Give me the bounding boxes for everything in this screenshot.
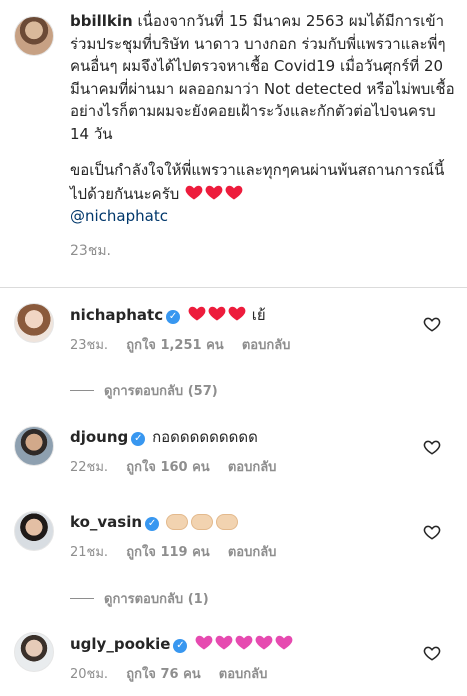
comment-username[interactable]: djoung [70, 428, 128, 446]
heart-emoji-icon [208, 306, 226, 321]
mention-link[interactable]: @nichaphatc [70, 205, 455, 228]
comment-username[interactable]: nichaphatc [70, 306, 163, 324]
caption-paragraph-2: ขอเป็นกำลังใจให้พี่แพรวาและทุกๆคนผ่านพ้น… [70, 159, 455, 228]
post-username[interactable]: bbillkin [70, 12, 133, 30]
verified-badge-icon: ✓ [166, 310, 181, 324]
pink-heart-emoji-icon [235, 635, 253, 650]
post-caption-body: bbillkin เนื่องจากวันที่ 15 มีนาคม 2563 … [70, 10, 455, 262]
heart-emoji-icon [188, 306, 206, 321]
comment-time: 21ชม. [70, 545, 109, 560]
view-replies-button[interactable]: ดูการตอบกลับ (57) [70, 380, 218, 401]
comment-body: ko_vasin ✓ 21ชม. ถูกใจ 119 คน ตอบกลับ [70, 511, 410, 562]
view-replies-label: ดูการตอบกลับ (57) [104, 384, 218, 399]
like-heart-icon[interactable] [423, 523, 441, 541]
reply-button[interactable]: ตอบกลับ [228, 545, 277, 560]
comment-item: ugly_pookie ✓ 20ชม. ถูกใจ 76 คน ตอบกลับ [14, 632, 459, 692]
avatar-bbillkin[interactable] [14, 16, 54, 56]
reply-button[interactable]: ตอบกลับ [228, 460, 277, 475]
comment-likes[interactable]: ถูกใจ 119 คน [126, 545, 209, 560]
comment-text: เย้ [251, 306, 266, 324]
verified-badge-icon: ✓ [145, 517, 160, 531]
comment-time: 20ชม. [70, 667, 109, 682]
verified-badge-icon: ✓ [173, 639, 188, 653]
caption-text-1: เนื่องจากวันที่ 15 มีนาคม 2563 ผมได้มีกา… [70, 12, 455, 143]
replies-dash [70, 390, 94, 391]
avatar-ugly-pookie[interactable] [14, 632, 54, 672]
caption-paragraph-1: bbillkin เนื่องจากวันที่ 15 มีนาคม 2563 … [70, 10, 455, 145]
comment-likes[interactable]: ถูกใจ 160 คน [126, 460, 209, 475]
pink-heart-emoji-icon [255, 635, 273, 650]
post-timestamp: 23ชม. [70, 242, 111, 259]
comment-username[interactable]: ugly_pookie [70, 635, 170, 653]
pink-heart-emoji-icon [215, 635, 233, 650]
comment-line: nichaphatc ✓ เย้ [70, 303, 410, 326]
comment-meta: 23ชม. ถูกใจ 1,251 คน ตอบกลับ [70, 334, 410, 355]
comment-item: djoung ✓ กอดดดดดดดดด 22ชม. ถูกใจ 160 คน ต… [14, 426, 459, 486]
heart-emoji-icon [185, 185, 203, 199]
comment-meta: 22ชม. ถูกใจ 160 คน ตอบกลับ [70, 456, 410, 477]
clapping-hands-icon [190, 514, 213, 530]
reply-button[interactable]: ตอบกลับ [242, 338, 291, 353]
comment-line: ko_vasin ✓ [70, 511, 410, 533]
like-heart-icon[interactable] [423, 644, 441, 662]
comment-body: djoung ✓ กอดดดดดดดดด 22ชม. ถูกใจ 160 คน ต… [70, 426, 410, 477]
comment-item: nichaphatc ✓ เย้ 23ชม. ถูกใจ 1,251 คน ตอบ… [14, 303, 459, 363]
caption-text-2: ขอเป็นกำลังใจให้พี่แพรวาและทุกๆคนผ่านพ้น… [70, 161, 445, 203]
comment-line: ugly_pookie ✓ [70, 632, 410, 655]
avatar-nichaphatc[interactable] [14, 303, 54, 343]
clapping-hands-icon [165, 514, 188, 530]
like-heart-icon[interactable] [423, 438, 441, 456]
reply-button[interactable]: ตอบกลับ [219, 667, 268, 682]
view-replies-button[interactable]: ดูการตอบกลับ (1) [70, 588, 209, 609]
comment-body: ugly_pookie ✓ 20ชม. ถูกใจ 76 คน ตอบกลับ [70, 632, 410, 684]
clapping-hands-icon [215, 514, 238, 530]
verified-badge-icon: ✓ [131, 432, 146, 446]
comment-item: ko_vasin ✓ 21ชม. ถูกใจ 119 คน ตอบกลับ [14, 511, 459, 571]
like-heart-icon[interactable] [423, 315, 441, 333]
pink-heart-emoji-icon [275, 635, 293, 650]
replies-dash [70, 598, 94, 599]
pink-heart-emoji-icon [195, 635, 213, 650]
avatar-ko-vasin[interactable] [14, 511, 54, 551]
comment-body: nichaphatc ✓ เย้ 23ชม. ถูกใจ 1,251 คน ตอบ… [70, 303, 410, 355]
comment-username[interactable]: ko_vasin [70, 513, 142, 531]
heart-emoji-icon [225, 185, 243, 199]
comment-meta: 21ชม. ถูกใจ 119 คน ตอบกลับ [70, 541, 410, 562]
heart-emoji-icon [228, 306, 246, 321]
comment-time: 23ชม. [70, 338, 109, 353]
comment-line: djoung ✓ กอดดดดดดดดด [70, 426, 410, 448]
comment-meta: 20ชม. ถูกใจ 76 คน ตอบกลับ [70, 663, 410, 684]
comment-time: 22ชม. [70, 460, 109, 475]
comment-likes[interactable]: ถูกใจ 1,251 คน [126, 338, 223, 353]
view-replies-label: ดูการตอบกลับ (1) [104, 592, 209, 607]
comment-text: กอดดดดดดดดด [152, 428, 258, 446]
heart-emoji-icon [205, 185, 223, 199]
comment-likes[interactable]: ถูกใจ 76 คน [126, 667, 200, 682]
avatar-djoung[interactable] [14, 426, 54, 466]
divider [0, 287, 467, 288]
